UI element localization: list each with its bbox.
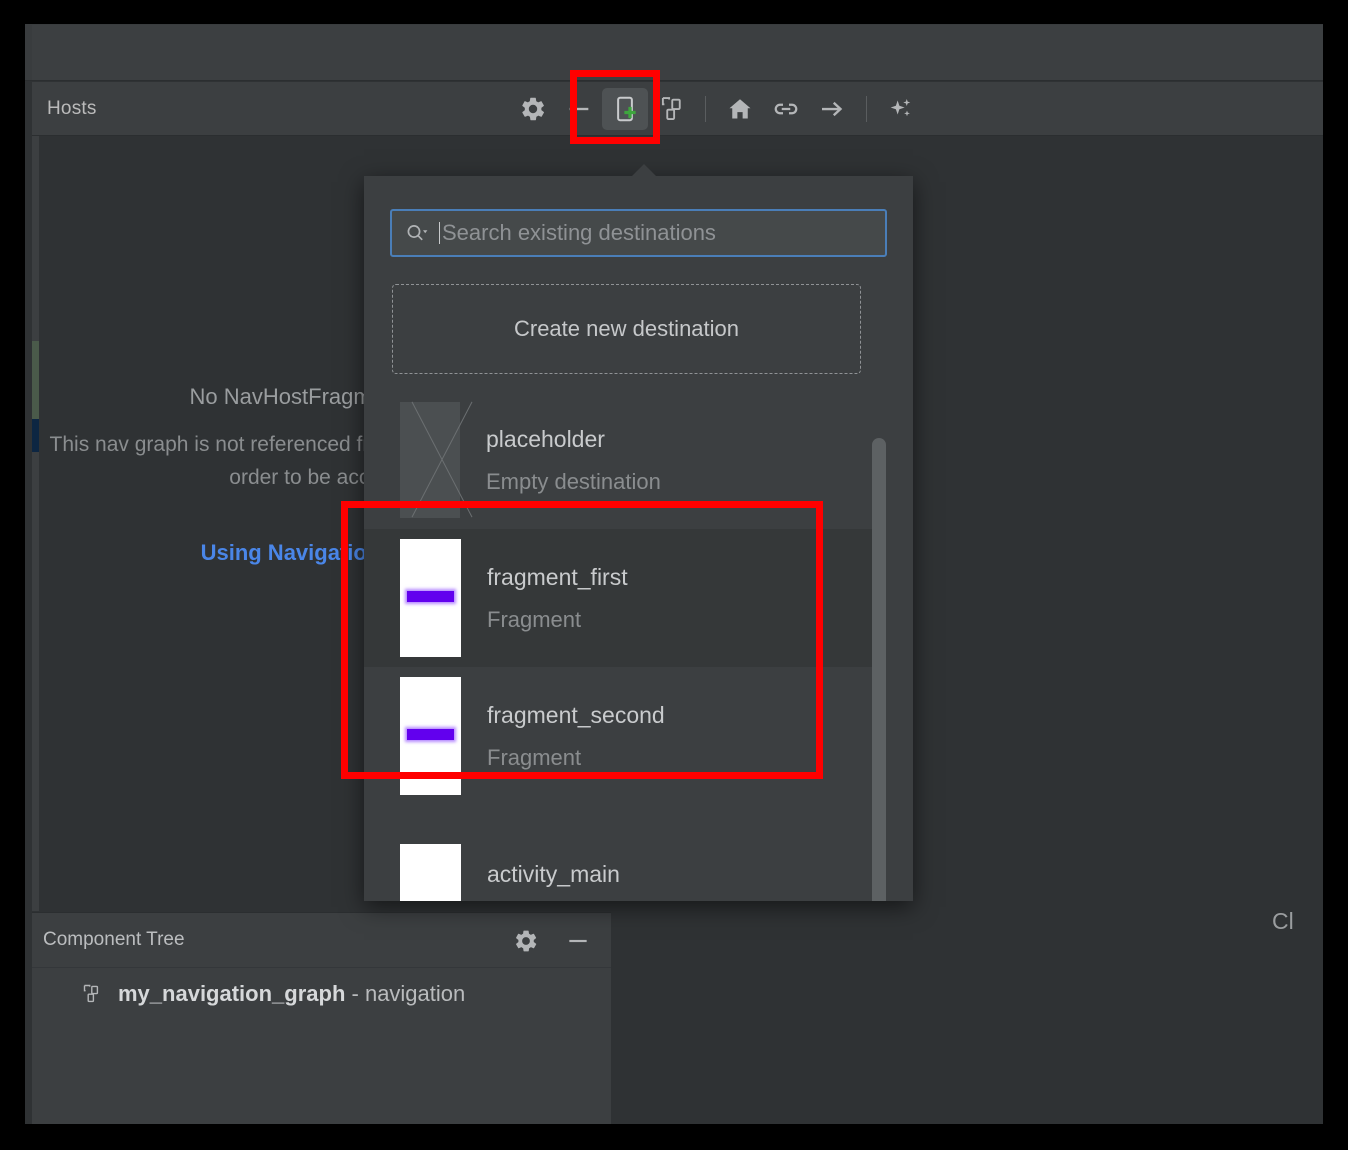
destination-name: fragment_first (487, 563, 628, 590)
new-action-icon[interactable] (763, 88, 809, 130)
destination-text: fragment_first Fragment (487, 564, 628, 633)
new-destination-icon[interactable] (602, 88, 648, 130)
destination-text: activity_main (487, 861, 620, 888)
component-tree-panel: Component Tree my_navigation_graph - nav… (32, 912, 611, 1124)
nested-graph-icon (79, 982, 105, 1006)
settings-icon[interactable] (503, 920, 549, 962)
toolbar-separator-1 (705, 96, 706, 122)
component-tree-title: Component Tree (43, 929, 185, 950)
tree-row-label: my_navigation_graph - navigation (118, 981, 465, 1007)
right-edge-clipped-text: Cl (1272, 908, 1294, 934)
list-item-fragment-first[interactable]: fragment_first Fragment (364, 529, 874, 667)
zoom-out-icon[interactable] (556, 88, 602, 130)
set-start-destination-icon[interactable] (717, 88, 763, 130)
destination-text: fragment_second Fragment (487, 702, 665, 771)
fragment-thumbnail-icon (400, 539, 461, 657)
screenshot-root: Hosts No NavHostFragments found This nav… (0, 0, 1348, 1150)
list-item-fragment-second[interactable]: fragment_second Fragment (364, 667, 874, 805)
tree-row-my-navigation-graph[interactable]: my_navigation_graph - navigation (32, 969, 611, 1019)
tree-row-separator: - (345, 981, 365, 1006)
text-cursor (439, 222, 440, 244)
fragment-thumbnail-icon (400, 677, 461, 795)
hosts-toolbar: Hosts (32, 82, 1323, 136)
tree-row-name: my_navigation_graph (118, 981, 346, 1006)
popup-caret (632, 164, 656, 176)
top-strip-inner (32, 25, 1323, 80)
toolbar-icon-group (510, 82, 924, 136)
list-item-placeholder[interactable]: placeholder Empty destination (364, 391, 874, 529)
create-new-destination-label: Create new destination (513, 316, 740, 341)
settings-icon[interactable] (510, 88, 556, 130)
search-placeholder: Search existing destinations (442, 220, 716, 245)
popup-scrollbar-thumb[interactable] (872, 438, 886, 901)
destination-name: placeholder (486, 425, 605, 452)
tree-row-type: navigation (364, 981, 466, 1006)
search-icon (404, 221, 430, 245)
ide-window: Hosts No NavHostFragments found This nav… (25, 24, 1323, 1124)
destination-name: fragment_second (487, 701, 665, 728)
component-tree-body: my_navigation_graph - navigation (32, 969, 611, 1124)
destination-type: Fragment (487, 606, 582, 632)
search-destinations-field[interactable]: Search existing destinations (390, 209, 887, 257)
destination-text: placeholder Empty destination (486, 426, 661, 495)
minimize-icon[interactable] (555, 920, 601, 962)
top-strip (25, 24, 1323, 81)
placeholder-thumbnail-icon (400, 401, 473, 518)
add-destination-popup: Search existing destinations Create new … (364, 176, 913, 901)
destination-list: placeholder Empty destination fragment_f… (364, 391, 874, 901)
create-new-destination-button[interactable]: Create new destination (392, 284, 861, 374)
destination-type: Fragment (487, 744, 582, 770)
toolbar-separator-2 (866, 96, 867, 122)
activity-thumbnail-icon (400, 844, 461, 901)
bottom-right-filler (611, 912, 1323, 1124)
destination-name: activity_main (487, 860, 620, 887)
component-tree-actions (503, 913, 601, 968)
list-item-activity-main[interactable]: activity_main (364, 805, 874, 901)
destination-type: Empty destination (486, 468, 661, 494)
nested-graph-icon[interactable] (648, 88, 694, 130)
ai-sparkle-icon[interactable] (878, 88, 924, 130)
hosts-panel-title: Hosts (47, 97, 97, 119)
component-tree-header: Component Tree (32, 913, 611, 968)
arrow-right-icon[interactable] (809, 88, 855, 130)
